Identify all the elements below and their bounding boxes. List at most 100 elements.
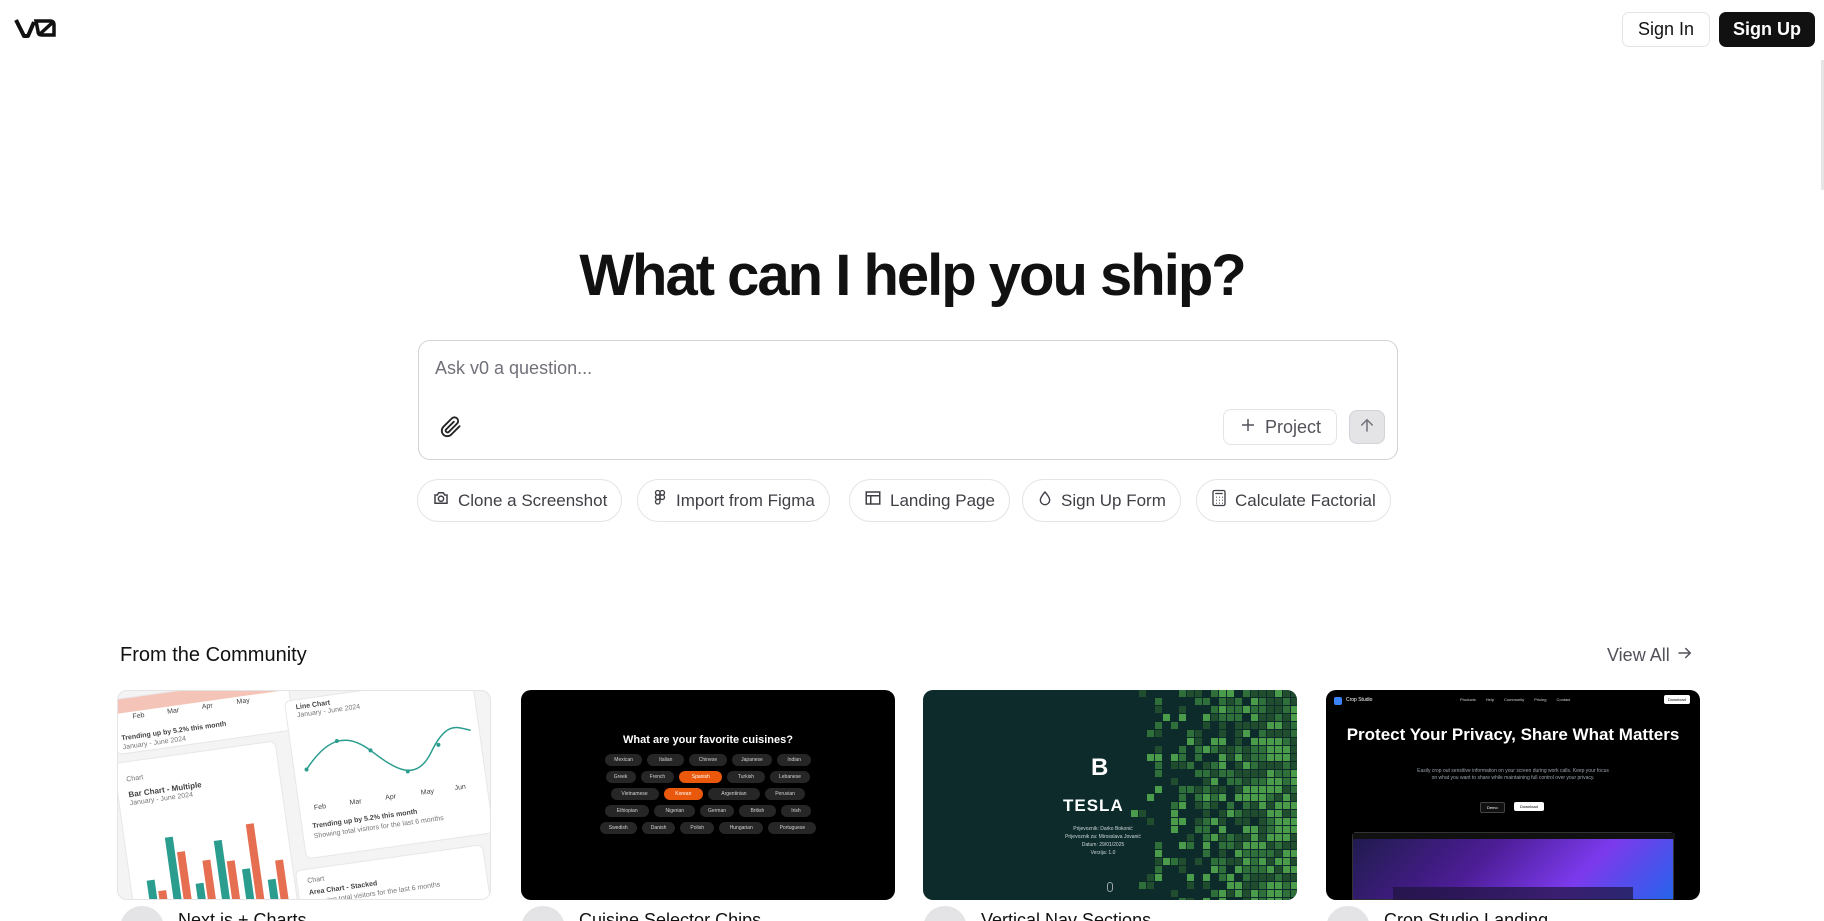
pixel-cell [1203,874,1210,881]
pixel-cell [1259,770,1266,777]
send-button[interactable] [1349,410,1385,444]
community-card-charts[interactable]: Feb Mar Apr May Trending up by 5.2% this… [117,690,491,900]
sign-up-button[interactable]: Sign Up [1719,12,1815,47]
pixel-cell [1291,842,1297,849]
chip-import-figma[interactable]: Import from Figma [637,479,830,522]
pixel-cell [1283,706,1290,713]
pixel-cell [1283,738,1290,745]
pixel-cell [1267,706,1274,713]
pixel-cell [1163,714,1170,721]
pixel-cell [1251,890,1258,897]
community-card-crop-studio[interactable]: Crop Studio Products Help Community Pric… [1326,690,1700,900]
v0-logo[interactable] [14,16,56,40]
sign-in-button[interactable]: Sign In [1622,12,1710,47]
pixel-cell [1291,898,1297,900]
pixel-cell [1243,746,1250,753]
pixel-cell [1259,810,1266,817]
paperclip-icon [440,415,462,443]
pixel-cell [1291,762,1297,769]
pixel-cell [1267,690,1274,697]
chip-calculate-factorial[interactable]: Calculate Factorial [1196,479,1391,522]
pixel-cell [1219,746,1226,753]
pixel-cell [1195,730,1202,737]
pixel-cell [1291,770,1297,777]
pixel-cell [1211,794,1218,801]
pixel-cell [1275,738,1282,745]
pixel-cell [1211,802,1218,809]
pixel-cell [1291,810,1297,817]
crop-download-nav: Download [1664,695,1690,704]
pixel-cell [1235,738,1242,745]
pixel-cell [1251,714,1258,721]
card-title[interactable]: Next.js + Charts [178,910,307,921]
pixel-cell [1267,770,1274,777]
community-card-tesla[interactable]: B TESLA Prijevoznik: Darko Bokonić Prije… [923,690,1297,900]
community-card-cuisine[interactable]: What are your favorite cuisines? Mexican… [521,690,895,900]
pixel-cell [1235,762,1242,769]
pixel-cell [1283,882,1290,889]
card-title[interactable]: Vertical Nav Sections [981,910,1151,921]
pixel-cell [1211,746,1218,753]
pixel-cell [1291,802,1297,809]
chip-landing-page[interactable]: Landing Page [849,479,1010,522]
pixel-cell [1275,866,1282,873]
pixel-cell [1219,850,1226,857]
pixel-cell [1259,778,1266,785]
pixel-cell [1195,802,1202,809]
pixel-cell [1251,858,1258,865]
avatar[interactable] [521,906,565,921]
cuisine-chip: Indian [777,754,811,766]
pixel-cell [1251,866,1258,873]
view-all-label: View All [1607,645,1670,665]
pixel-cell [1251,826,1258,833]
cuisine-chip: Spanish [679,771,723,783]
pixel-cell [1243,810,1250,817]
pixel-cell [1171,762,1178,769]
pixel-cell [1251,706,1258,713]
pixel-cell [1131,810,1138,817]
pixel-cell [1147,874,1154,881]
view-all-link[interactable]: View All [1607,644,1694,667]
crop-nav: Products Help Community Pricing Contact [1460,697,1570,702]
cuisine-chip: Irish [781,805,811,817]
pixel-cell [1283,778,1290,785]
pixel-cell [1267,818,1274,825]
pixel-cell [1203,818,1210,825]
card-title[interactable]: Crop Studio Landing [1384,910,1548,921]
chip-sign-up-form[interactable]: Sign Up Form [1022,479,1181,522]
pixel-cell [1203,770,1210,777]
pixel-cell [1267,778,1274,785]
pixel-cell [1187,898,1194,900]
pixel-cell [1267,810,1274,817]
community-title: From the Community [120,644,307,666]
cuisine-chip: Turkish [727,771,765,783]
pixel-cell [1259,850,1266,857]
pixel-cell [1259,898,1266,900]
chip-clone-screenshot[interactable]: Clone a Screenshot [417,479,623,522]
pixel-cell [1291,730,1297,737]
tesla-line: Prijevoznik: Darko Bokonić [1073,826,1133,832]
prompt-input[interactable] [435,353,1375,383]
pixel-cell [1219,730,1226,737]
pixel-cell [1227,810,1234,817]
pixel-cell [1291,794,1297,801]
attach-button[interactable] [437,415,465,443]
avatar[interactable] [120,906,164,921]
avatar[interactable] [923,906,967,921]
preview-dock [1393,887,1633,900]
pixel-cell [1267,866,1274,873]
pixel-cell [1259,714,1266,721]
avatar[interactable] [1326,906,1370,921]
pixel-pattern [1131,690,1297,900]
add-project-button[interactable]: Project [1223,409,1337,445]
pixel-cell [1155,730,1162,737]
pixel-cell [1195,770,1202,777]
pixel-cell [1179,762,1186,769]
pixel-cell [1179,898,1186,900]
pixel-cell [1283,866,1290,873]
line-chart [304,726,471,774]
card-title[interactable]: Cuisine Selector Chips [579,910,761,921]
cuisine-chip: Vietnamese [610,788,659,800]
pixel-cell [1171,778,1178,785]
pixel-cell [1243,722,1250,729]
